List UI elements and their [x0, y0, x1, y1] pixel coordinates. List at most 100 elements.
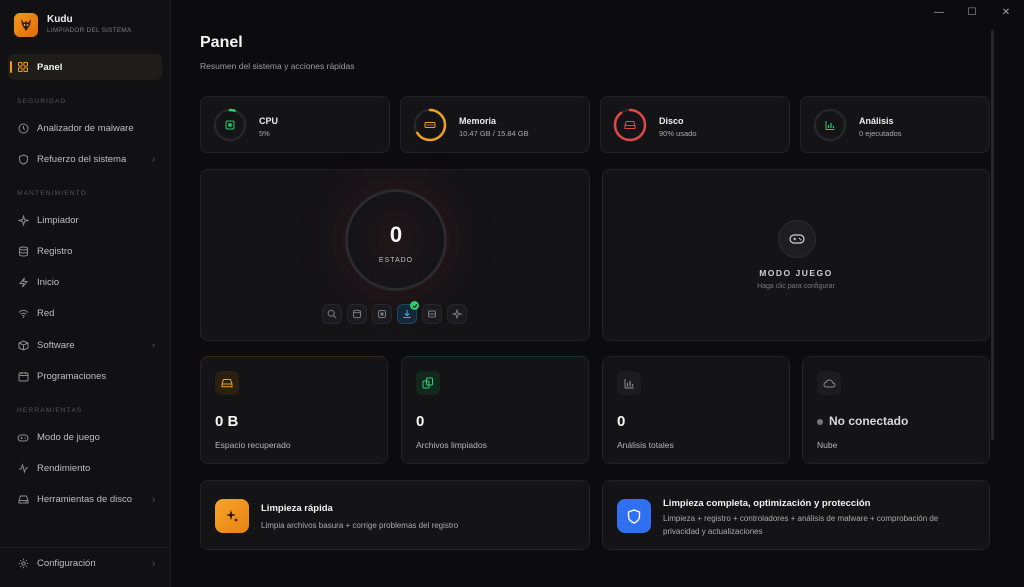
sidebar-item-settings[interactable]: Configuración ›: [17, 553, 157, 573]
shield-icon: [617, 499, 651, 533]
sidebar-item-gamemode[interactable]: Modo de juego: [17, 427, 157, 447]
cpu-quick-button[interactable]: [372, 304, 392, 324]
analysis-value: 0 ejecutados: [859, 129, 902, 138]
files-cleaned-label: Archivos limpiados: [416, 440, 487, 450]
quick-scan-button[interactable]: [322, 304, 342, 324]
storage-quick-button[interactable]: [422, 304, 442, 324]
full-clean-description-line1: Limpieza + registro + controladores + an…: [663, 514, 939, 523]
sidebar-item-registry[interactable]: Registro: [17, 241, 157, 261]
tile-files-cleaned: 0 Archivos limpiados: [401, 356, 589, 464]
sparkle-icon: [215, 499, 249, 533]
sidebar-item-label: Analizador de malware: [37, 122, 134, 134]
app-name: Kudu: [47, 14, 73, 25]
sparkle-icon: [17, 214, 29, 226]
hard-drive-icon: [428, 310, 436, 318]
disk-usage-ring: [613, 108, 647, 142]
sidebar-item-label: Software: [37, 339, 75, 351]
space-recovered-value: 0 B: [215, 413, 239, 430]
chevron-right-icon: ›: [152, 154, 155, 164]
hard-drive-icon: [215, 371, 239, 395]
status-dot: [817, 419, 823, 425]
quick-clean-title: Limpieza rápida: [261, 503, 333, 514]
bar-chart-icon: [617, 371, 641, 395]
main-scrollbar[interactable]: [991, 30, 994, 440]
package-icon: [17, 339, 29, 351]
cloud-label: Nube: [817, 440, 838, 450]
active-indicator: [10, 61, 12, 73]
quick-clean-card[interactable]: Limpieza rápida Limpia archivos basura +…: [200, 480, 590, 550]
analysis-ring: [813, 108, 847, 142]
check-badge-icon: [410, 301, 419, 310]
sidebar-item-label: Refuerzo del sistema: [37, 153, 127, 165]
section-label-security: SEGURIDAD: [17, 98, 67, 105]
cloud-status-value: No conectado: [829, 414, 909, 428]
game-mode-card[interactable]: MODO JUEGO Haga clic para configurar: [602, 169, 990, 341]
update-quick-button[interactable]: [397, 301, 419, 324]
search-icon: [327, 309, 337, 319]
shield-icon: [17, 122, 29, 134]
status-card: 0 ESTADO: [200, 169, 590, 341]
sidebar-item-performance[interactable]: Rendimiento: [17, 458, 157, 478]
game-mode-subtitle: Haga clic para configurar: [757, 283, 835, 290]
sidebar-item-startup[interactable]: Inicio: [17, 272, 157, 292]
sidebar-item-hardening[interactable]: Refuerzo del sistema ›: [17, 149, 157, 169]
cpu-usage-ring: [213, 108, 247, 142]
database-icon: [353, 309, 361, 319]
sidebar-item-label: Programaciones: [37, 370, 107, 382]
close-button[interactable]: ✕: [996, 4, 1016, 20]
registry-quick-button[interactable]: [347, 304, 367, 324]
memory-icon: [424, 122, 436, 128]
sidebar-item-label: Registro: [37, 245, 73, 257]
stat-card-cpu[interactable]: CPU 5%: [200, 96, 390, 153]
maximize-button[interactable]: ☐: [962, 4, 982, 20]
analysis-label: Análisis: [859, 116, 894, 126]
sidebar-item-schedules[interactable]: Programaciones: [17, 366, 157, 386]
cloud-icon: [817, 371, 841, 395]
brand: Kudu LIMPIADOR DEL SISTEMA: [14, 13, 132, 37]
sidebar-item-malware[interactable]: Analizador de malware: [17, 118, 157, 138]
sidebar-item-label: Herramientas de disco: [37, 493, 133, 505]
sidebar-item-label: Configuración: [37, 557, 96, 569]
wifi-icon: [17, 307, 29, 319]
cpu-label: CPU: [259, 116, 279, 126]
status-value: 0: [389, 222, 403, 247]
cpu-chip-icon: [225, 120, 235, 130]
status-label: ESTADO: [378, 257, 414, 264]
page-title: Panel: [200, 34, 243, 51]
activity-icon: [17, 462, 29, 474]
chevron-right-icon: ›: [152, 340, 155, 350]
cpu-chip-icon: [378, 310, 386, 318]
stat-card-memory[interactable]: Memoria 10.47 GB / 15.84 GB: [400, 96, 590, 153]
space-recovered-label: Espacio recuperado: [215, 440, 291, 450]
sidebar-item-panel[interactable]: Panel: [8, 54, 162, 80]
files-icon: [416, 371, 440, 395]
sidebar-item-label: Limpiador: [37, 214, 79, 226]
stat-card-disk[interactable]: Disco 90% usado: [600, 96, 790, 153]
full-clean-card[interactable]: Limpieza completa, optimización y protec…: [602, 480, 990, 550]
section-label-tools: HERRAMIENTAS: [17, 407, 83, 414]
sidebar-item-label: Panel: [37, 61, 63, 73]
sidebar-item-label: Red: [37, 307, 55, 319]
sidebar-item-network[interactable]: Red: [17, 303, 157, 323]
kudu-logo-icon: [14, 13, 38, 37]
sidebar-item-disktools[interactable]: Herramientas de disco ›: [17, 489, 157, 509]
gamepad-icon: [778, 220, 816, 258]
sidebar-item-cleaner[interactable]: Limpiador: [17, 210, 157, 230]
chevron-right-icon: ›: [152, 558, 155, 568]
shield-icon: [17, 153, 29, 165]
full-clean-description-line2: privacidad y actualizaciones: [663, 527, 763, 536]
disk-label: Disco: [659, 116, 684, 126]
gamepad-icon: [17, 431, 29, 443]
hard-drive-icon: [624, 121, 636, 129]
lightning-icon: [17, 276, 29, 288]
files-cleaned-value: 0: [416, 413, 425, 430]
stat-card-analysis[interactable]: Análisis 0 ejecutados: [800, 96, 990, 153]
bar-chart-icon: [825, 121, 835, 130]
page-subtitle: Resumen del sistema y acciones rápidas: [200, 61, 355, 71]
minimize-button[interactable]: —: [929, 4, 949, 20]
clean-quick-button[interactable]: [447, 304, 467, 324]
sidebar-item-software[interactable]: Software ›: [17, 335, 157, 355]
sparkle-icon: [452, 309, 462, 319]
total-scans-label: Análisis totales: [617, 440, 674, 450]
tile-cloud[interactable]: No conectado Nube: [802, 356, 990, 464]
